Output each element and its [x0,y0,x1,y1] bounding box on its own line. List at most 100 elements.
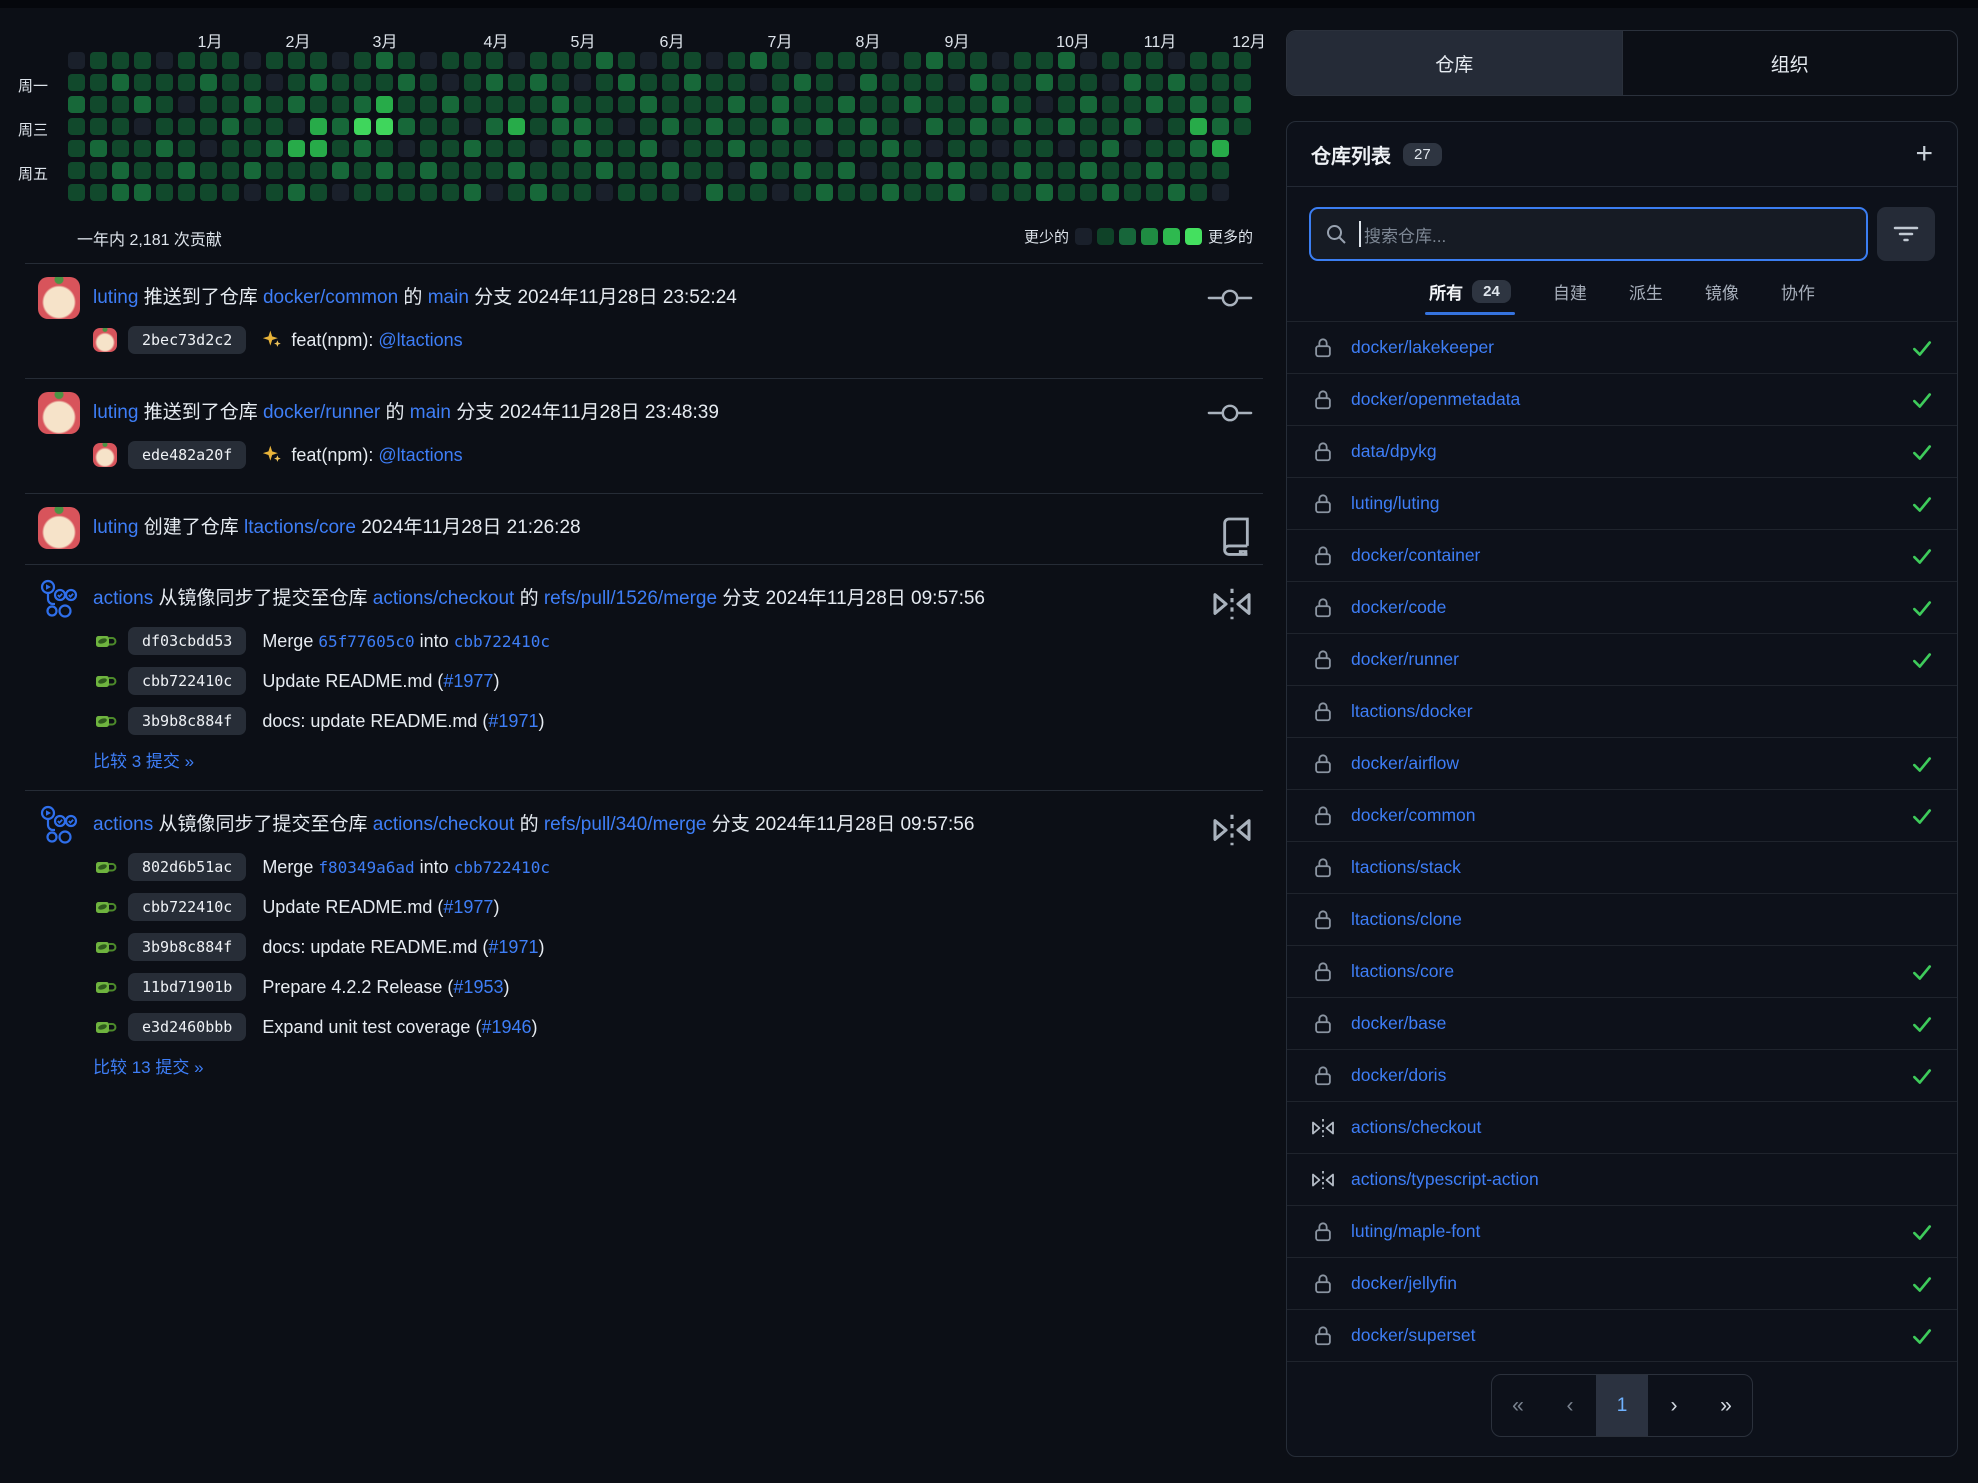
heatmap-day-cell[interactable] [970,74,987,91]
heatmap-day-cell[interactable] [1036,74,1053,91]
heatmap-day-cell[interactable] [882,74,899,91]
heatmap-day-cell[interactable] [1058,96,1075,113]
heatmap-day-cell[interactable] [112,74,129,91]
heatmap-day-cell[interactable] [1124,140,1141,157]
heatmap-day-cell[interactable] [684,96,701,113]
heatmap-day-cell[interactable] [90,118,107,135]
repo-link[interactable]: ltactions/docker [1351,701,1473,722]
user-avatar[interactable] [38,277,80,319]
heatmap-day-cell[interactable] [1036,184,1053,201]
heatmap-day-cell[interactable] [750,184,767,201]
heatmap-day-cell[interactable] [838,96,855,113]
heatmap-day-cell[interactable] [640,96,657,113]
heatmap-day-cell[interactable] [310,96,327,113]
heatmap-day-cell[interactable] [1212,118,1229,135]
heatmap-day-cell[interactable] [596,118,613,135]
heatmap-day-cell[interactable] [354,74,371,91]
heatmap-day-cell[interactable] [838,140,855,157]
heatmap-day-cell[interactable] [156,184,173,201]
heatmap-day-cell[interactable] [750,96,767,113]
commit-hash-badge[interactable]: 802d6b51ac [128,853,246,881]
heatmap-day-cell[interactable] [926,162,943,179]
heatmap-day-cell[interactable] [354,184,371,201]
commit-hash-badge[interactable]: e3d2460bbb [128,1013,246,1041]
heatmap-day-cell[interactable] [992,140,1009,157]
heatmap-day-cell[interactable] [288,184,305,201]
heatmap-day-cell[interactable] [684,162,701,179]
heatmap-day-cell[interactable] [1058,140,1075,157]
heatmap-day-cell[interactable] [178,140,195,157]
feed-link[interactable]: @ltactions [378,330,462,350]
heatmap-day-cell[interactable] [68,52,85,69]
heatmap-day-cell[interactable] [222,52,239,69]
heatmap-day-cell[interactable] [1102,96,1119,113]
heatmap-day-cell[interactable] [244,162,261,179]
heatmap-day-cell[interactable] [266,118,283,135]
heatmap-day-cell[interactable] [1124,96,1141,113]
heatmap-day-cell[interactable] [662,74,679,91]
heatmap-day-cell[interactable] [398,118,415,135]
heatmap-day-cell[interactable] [860,184,877,201]
heatmap-day-cell[interactable] [90,52,107,69]
heatmap-day-cell[interactable] [1036,118,1053,135]
heatmap-day-cell[interactable] [640,118,657,135]
commit-hash-badge[interactable]: 3b9b8c884f [128,933,246,961]
heatmap-day-cell[interactable] [420,52,437,69]
heatmap-day-cell[interactable] [772,184,789,201]
heatmap-day-cell[interactable] [640,162,657,179]
heatmap-day-cell[interactable] [310,184,327,201]
heatmap-day-cell[interactable] [860,96,877,113]
feed-link[interactable]: actions [93,588,153,609]
heatmap-grid[interactable] [68,52,1251,201]
search-input[interactable]: 搜索仓库... [1309,207,1868,261]
heatmap-day-cell[interactable] [970,140,987,157]
repo-link[interactable]: data/dpykg [1351,441,1437,462]
heatmap-day-cell[interactable] [750,140,767,157]
feed-link[interactable]: actions [93,814,153,835]
heatmap-day-cell[interactable] [222,140,239,157]
repo-link[interactable]: ltactions/clone [1351,909,1462,930]
heatmap-day-cell[interactable] [1058,184,1075,201]
heatmap-day-cell[interactable] [442,140,459,157]
heatmap-day-cell[interactable] [288,52,305,69]
heatmap-day-cell[interactable] [1102,184,1119,201]
heatmap-day-cell[interactable] [178,184,195,201]
workflow-avatar-icon[interactable] [38,578,80,620]
heatmap-day-cell[interactable] [530,74,547,91]
heatmap-day-cell[interactable] [420,74,437,91]
heatmap-day-cell[interactable] [464,184,481,201]
heatmap-day-cell[interactable] [354,140,371,157]
heatmap-day-cell[interactable] [1190,118,1207,135]
heatmap-day-cell[interactable] [354,52,371,69]
heatmap-day-cell[interactable] [156,52,173,69]
heatmap-day-cell[interactable] [882,184,899,201]
heatmap-day-cell[interactable] [728,52,745,69]
heatmap-day-cell[interactable] [1058,162,1075,179]
heatmap-day-cell[interactable] [948,140,965,157]
heatmap-day-cell[interactable] [112,96,129,113]
page-first-button[interactable]: « [1492,1375,1544,1436]
heatmap-day-cell[interactable] [1102,74,1119,91]
heatmap-day-cell[interactable] [706,96,723,113]
heatmap-day-cell[interactable] [904,74,921,91]
heatmap-day-cell[interactable] [992,118,1009,135]
heatmap-day-cell[interactable] [728,96,745,113]
heatmap-day-cell[interactable] [1036,96,1053,113]
heatmap-day-cell[interactable] [332,52,349,69]
heatmap-day-cell[interactable] [200,74,217,91]
heatmap-day-cell[interactable] [772,96,789,113]
heatmap-day-cell[interactable] [1146,74,1163,91]
heatmap-day-cell[interactable] [486,96,503,113]
heatmap-day-cell[interactable] [376,52,393,69]
heatmap-day-cell[interactable] [794,96,811,113]
heatmap-day-cell[interactable] [1102,118,1119,135]
heatmap-day-cell[interactable] [244,96,261,113]
heatmap-day-cell[interactable] [750,118,767,135]
heatmap-day-cell[interactable] [816,74,833,91]
heatmap-day-cell[interactable] [464,96,481,113]
heatmap-day-cell[interactable] [332,74,349,91]
heatmap-day-cell[interactable] [552,118,569,135]
heatmap-day-cell[interactable] [904,140,921,157]
repo-link[interactable]: docker/container [1351,545,1480,566]
heatmap-day-cell[interactable] [200,140,217,157]
